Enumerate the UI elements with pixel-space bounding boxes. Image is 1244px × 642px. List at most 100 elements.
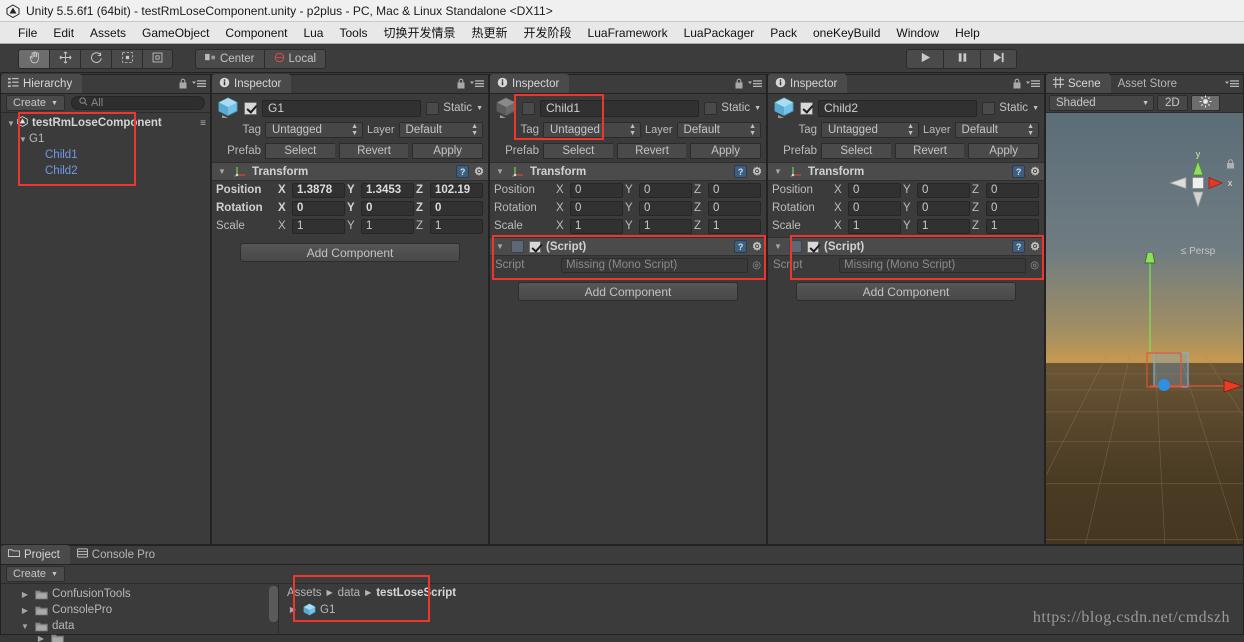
menu-item-window[interactable]: Window: [888, 24, 947, 42]
gear-icon[interactable]: ⚙: [752, 240, 762, 253]
gameobject-enabled-checkbox-1[interactable]: [244, 101, 257, 115]
step-button[interactable]: [980, 48, 1017, 69]
panel-menu-icon[interactable]: [192, 78, 206, 92]
rotation-z-field-3[interactable]: 0: [986, 200, 1039, 216]
gameobject-name-field-1[interactable]: G1: [262, 99, 422, 117]
chevron-down-icon[interactable]: ▼: [476, 105, 483, 112]
toggle-2d-button[interactable]: 2D: [1157, 95, 1188, 111]
hierarchy-search-input[interactable]: All: [70, 96, 205, 110]
scene-context-menu-icon[interactable]: ≡: [200, 118, 206, 129]
project-folder-confusiontools[interactable]: ▶ ConfusionTools: [1, 586, 278, 602]
gear-icon[interactable]: ⚙: [1030, 240, 1040, 253]
rotation-y-field-3[interactable]: 0: [917, 200, 970, 216]
gameobject-enabled-checkbox-2[interactable]: [522, 101, 535, 115]
script-component-header-3[interactable]: ▼ (Script) ? ⚙: [768, 237, 1044, 256]
scene-viewport[interactable]: y x ≤ Persp: [1046, 113, 1243, 544]
foldout-arrow-icon[interactable]: ▶: [35, 634, 47, 642]
menu-item-lua[interactable]: Lua: [295, 24, 331, 42]
breadcrumb-assets[interactable]: Assets: [287, 587, 322, 599]
position-y-field-3[interactable]: 0: [917, 182, 970, 198]
project-tree-scrollbar[interactable]: [269, 586, 278, 622]
script-missing-field-2[interactable]: Missing (Mono Script): [561, 257, 749, 273]
prefab-apply-button-3[interactable]: Apply: [968, 142, 1040, 159]
panel-menu-icon[interactable]: [470, 78, 484, 92]
tag-dropdown-2[interactable]: Untagged ▲ ▼: [543, 121, 641, 138]
foldout-arrow-icon[interactable]: ▼: [216, 167, 228, 176]
position-z-field-2[interactable]: 0: [708, 182, 761, 198]
object-picker-icon[interactable]: ◎: [752, 260, 761, 271]
rotation-z-field-2[interactable]: 0: [708, 200, 761, 216]
position-x-field-3[interactable]: 0: [848, 182, 901, 198]
tab-console-pro[interactable]: Console Pro: [70, 545, 165, 564]
foldout-arrow-icon[interactable]: ▼: [772, 242, 784, 251]
foldout-arrow-icon[interactable]: ▶: [287, 605, 299, 614]
project-folder-data[interactable]: ▼ data: [1, 618, 278, 634]
breadcrumb-data[interactable]: data: [338, 587, 360, 599]
lock-icon[interactable]: [456, 78, 466, 92]
help-icon[interactable]: ?: [734, 165, 748, 178]
foldout-arrow-icon[interactable]: ▼: [494, 167, 506, 176]
script-enabled-checkbox-3[interactable]: [807, 240, 819, 253]
project-folder-partial[interactable]: ▶: [1, 634, 278, 642]
chevron-down-icon[interactable]: ▼: [1032, 105, 1039, 112]
hierarchy-item-child2[interactable]: Child2: [1, 163, 210, 179]
hierarchy-scene-row[interactable]: ▼ testRmLoseComponent ≡: [1, 115, 210, 131]
rotation-y-field-1[interactable]: 0: [361, 200, 414, 216]
tab-asset-store[interactable]: Asset Store: [1111, 74, 1187, 93]
object-picker-icon[interactable]: ◎: [1030, 260, 1039, 271]
add-component-button-2[interactable]: Add Component: [517, 282, 739, 301]
script-component-header-2[interactable]: ▼ (Script) ? ⚙: [490, 237, 766, 256]
layer-dropdown-2[interactable]: Default ▲ ▼: [676, 121, 761, 138]
shading-mode-dropdown[interactable]: Shaded ▼: [1049, 95, 1154, 111]
help-icon[interactable]: ?: [456, 165, 470, 178]
scale-z-field-1[interactable]: 1: [430, 218, 483, 234]
rotate-tool-button[interactable]: [80, 48, 111, 69]
menu-item-switch-dev-scenario[interactable]: 切换开发情景: [376, 22, 464, 43]
foldout-arrow-icon[interactable]: ▼: [494, 242, 506, 251]
prefab-apply-button-2[interactable]: Apply: [690, 142, 762, 159]
help-icon[interactable]: ?: [734, 240, 748, 253]
menu-item-luapackager[interactable]: LuaPackager: [676, 24, 763, 42]
lighting-toggle-button[interactable]: [1190, 95, 1220, 111]
menu-item-luaframework[interactable]: LuaFramework: [580, 24, 676, 42]
rotation-x-field-3[interactable]: 0: [848, 200, 901, 216]
hand-tool-button[interactable]: [18, 48, 49, 69]
lock-icon[interactable]: [734, 78, 744, 92]
tab-inspector-3[interactable]: Inspector: [768, 74, 848, 93]
prefab-select-button-3[interactable]: Select: [821, 142, 891, 159]
layer-dropdown-3[interactable]: Default ▲ ▼: [954, 121, 1039, 138]
tab-project[interactable]: Project: [1, 545, 70, 564]
gameobject-enabled-checkbox-3[interactable]: [800, 101, 813, 115]
position-y-field-1[interactable]: 1.3453: [361, 182, 414, 198]
project-create-button[interactable]: Create ▼: [6, 566, 65, 582]
hierarchy-create-button[interactable]: Create ▼: [6, 95, 65, 111]
transform-component-header-3[interactable]: ▼ Transform ? ⚙: [768, 162, 1044, 181]
script-missing-field-3[interactable]: Missing (Mono Script): [839, 257, 1027, 273]
script-enabled-checkbox-2[interactable]: [529, 240, 541, 253]
gear-icon[interactable]: ⚙: [474, 165, 484, 178]
position-z-field-1[interactable]: 102.19: [430, 182, 483, 198]
scale-y-field-3[interactable]: 1: [917, 218, 970, 234]
gear-icon[interactable]: ⚙: [752, 165, 762, 178]
rect-transform-tool-button[interactable]: [142, 48, 173, 69]
menu-item-gameobject[interactable]: GameObject: [134, 24, 217, 42]
menu-item-dev-stage[interactable]: 开发阶段: [516, 22, 580, 43]
tab-inspector-1[interactable]: Inspector: [212, 74, 292, 93]
rotation-x-field-2[interactable]: 0: [570, 200, 623, 216]
add-component-button-3[interactable]: Add Component: [795, 282, 1017, 301]
position-z-field-3[interactable]: 0: [986, 182, 1039, 198]
foldout-arrow-icon[interactable]: ▼: [772, 167, 784, 176]
scale-y-field-1[interactable]: 1: [361, 218, 414, 234]
hierarchy-item-g1[interactable]: ▼ G1: [1, 131, 210, 147]
help-icon[interactable]: ?: [1012, 240, 1026, 253]
gameobject-name-field-3[interactable]: Child2: [818, 99, 978, 117]
menu-item-component[interactable]: Component: [217, 24, 295, 42]
static-checkbox-3[interactable]: [982, 101, 996, 115]
panel-menu-icon[interactable]: [1225, 78, 1239, 92]
menu-item-onekeybuild[interactable]: oneKeyBuild: [805, 24, 888, 42]
position-x-field-2[interactable]: 0: [570, 182, 623, 198]
rotation-y-field-2[interactable]: 0: [639, 200, 692, 216]
prefab-select-button-1[interactable]: Select: [265, 142, 335, 159]
tab-scene[interactable]: Scene: [1046, 74, 1111, 93]
position-y-field-2[interactable]: 0: [639, 182, 692, 198]
